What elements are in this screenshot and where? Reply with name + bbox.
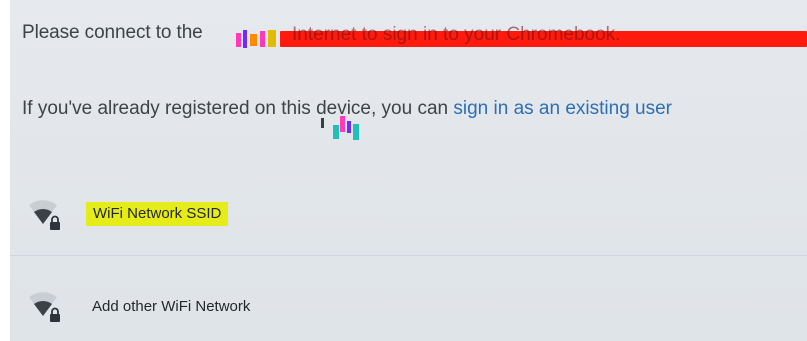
redacted-text: Internet to sign in to your Chromebook. bbox=[292, 24, 621, 45]
glitch-artifact bbox=[243, 30, 247, 48]
sign-in-existing-user-link[interactable]: sign in as an existing user bbox=[453, 98, 672, 119]
glitch-artifact bbox=[268, 30, 276, 47]
network-name: WiFi Network SSID bbox=[86, 202, 229, 226]
network-name: Add other WiFi Network bbox=[92, 297, 251, 315]
connect-message: Please connect to the bbox=[22, 22, 203, 44]
network-item-wifi-ssid[interactable]: WiFi Network SSID bbox=[28, 196, 229, 232]
existing-user-message: If you've already registered on this dev… bbox=[22, 98, 672, 120]
glitch-artifact bbox=[236, 33, 241, 47]
glitch-artifact bbox=[321, 118, 324, 128]
connect-message-text: Please connect to the bbox=[22, 22, 203, 43]
chromebook-network-screen: Please connect to the Internet to sign i… bbox=[10, 0, 807, 341]
network-item-add-other[interactable]: Add other WiFi Network bbox=[28, 288, 250, 324]
glitch-artifact bbox=[260, 31, 265, 47]
glitch-artifact bbox=[250, 34, 257, 46]
glitch-artifact bbox=[347, 121, 351, 133]
wifi-lock-icon bbox=[29, 292, 60, 322]
glitch-artifact bbox=[353, 124, 359, 140]
glitch-artifact bbox=[340, 116, 345, 132]
glitch-artifact bbox=[333, 125, 339, 139]
divider bbox=[10, 255, 807, 256]
wifi-lock-icon bbox=[29, 200, 60, 230]
existing-user-text: If you've already registered on this dev… bbox=[22, 98, 449, 119]
